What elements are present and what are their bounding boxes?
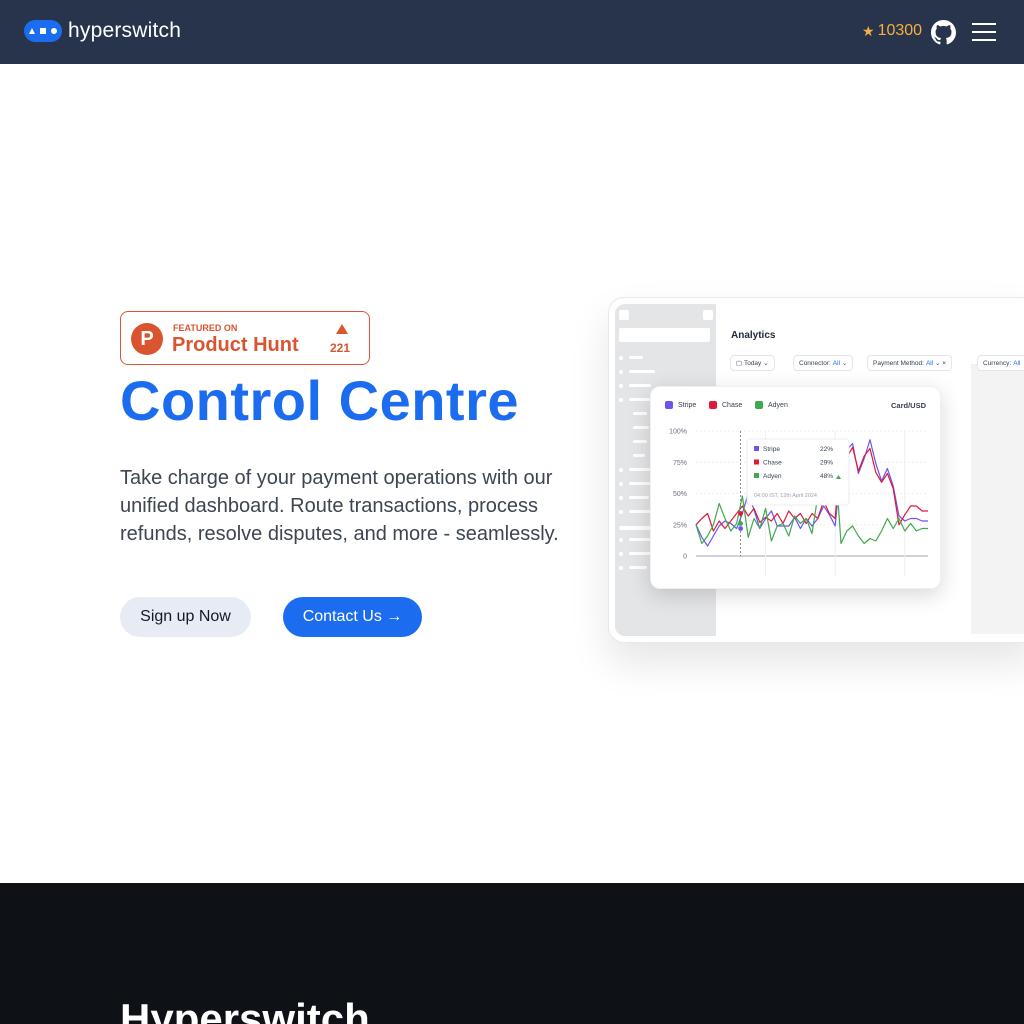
filter-date[interactable]: ▢ Today ⌄: [730, 355, 775, 371]
hover-point-chase: [738, 511, 743, 516]
upvote-count: 221: [330, 341, 351, 355]
tooltip-series-name: Adyen: [763, 473, 782, 480]
logo-mark-icon: [24, 20, 62, 42]
section-title: Hyperswitch: [120, 995, 370, 1024]
star-icon: ★: [862, 22, 875, 39]
tooltip-swatch: [754, 459, 759, 465]
tooltip-series-value: 22%: [820, 446, 833, 453]
product-hunt-featured-label: FEATURED ON: [173, 323, 238, 333]
tooltip-timestamp: 04:00 IST, 12th April 2024: [754, 493, 817, 499]
y-tick-label: 50%: [673, 491, 687, 498]
hyperswitch-logo[interactable]: hyperswitch: [24, 18, 181, 44]
upvote-arrow-icon: [336, 324, 348, 334]
tooltip-series-name: Chase: [763, 460, 782, 467]
logo-text: hyperswitch: [68, 19, 182, 42]
contact-us-button[interactable]: Contact Us →: [283, 597, 422, 637]
tooltip-swatch: [754, 446, 759, 451]
page-title: Control Centre: [120, 369, 519, 432]
analytics-chart-card: Stripe Chase Adyen Card/USD 100% 75% 50% 25…: [650, 386, 941, 589]
tooltip-swatch: [754, 473, 759, 478]
y-tick-label: 100%: [669, 429, 687, 436]
product-hunt-icon: P: [131, 323, 163, 355]
menu-icon[interactable]: [972, 23, 996, 41]
chevron-down-icon: ⌄: [840, 360, 848, 367]
github-stars-count: 10300: [877, 22, 923, 39]
top-navbar: hyperswitch ★ 10300: [0, 0, 1024, 64]
hover-point-stripe: [738, 526, 743, 531]
github-icon[interactable]: [931, 20, 956, 45]
calendar-icon: ▢: [736, 360, 744, 367]
analytics-title: Analytics: [731, 330, 776, 341]
y-tick-label: 75%: [673, 460, 687, 467]
y-tick-label: 25%: [673, 522, 687, 529]
chevron-down-icon: ⌄: [933, 360, 943, 367]
tooltip-series-value: 48%: [820, 473, 833, 480]
y-tick-label: 0: [683, 554, 687, 561]
hover-point-adyen: [738, 521, 743, 526]
close-icon[interactable]: ×: [942, 360, 946, 367]
filter-payment-method[interactable]: Payment Method: All ⌄ ×: [867, 355, 953, 371]
sign-up-button[interactable]: Sign up Now: [120, 597, 251, 637]
github-stars[interactable]: ★ 10300: [862, 22, 922, 40]
tooltip-series-value: 29%: [820, 460, 833, 467]
chevron-down-icon: ⌄: [761, 360, 769, 367]
dark-section: Hyperswitch: [0, 883, 1024, 1024]
tooltip-series-name: Stripe: [763, 446, 780, 453]
filter-connector[interactable]: Connector: All ⌄: [793, 355, 854, 371]
product-hunt-name: Product Hunt: [172, 334, 299, 356]
product-hunt-badge[interactable]: P FEATURED ON Product Hunt 221: [120, 311, 370, 365]
line-chart: 100% 75% 50% 25% 0 Stripe 22% Chase 29% Adyen 48% 0…: [669, 429, 928, 576]
hero-description: Take charge of your payment operations w…: [120, 467, 559, 545]
filter-currency[interactable]: Currency: All: [977, 355, 1024, 371]
